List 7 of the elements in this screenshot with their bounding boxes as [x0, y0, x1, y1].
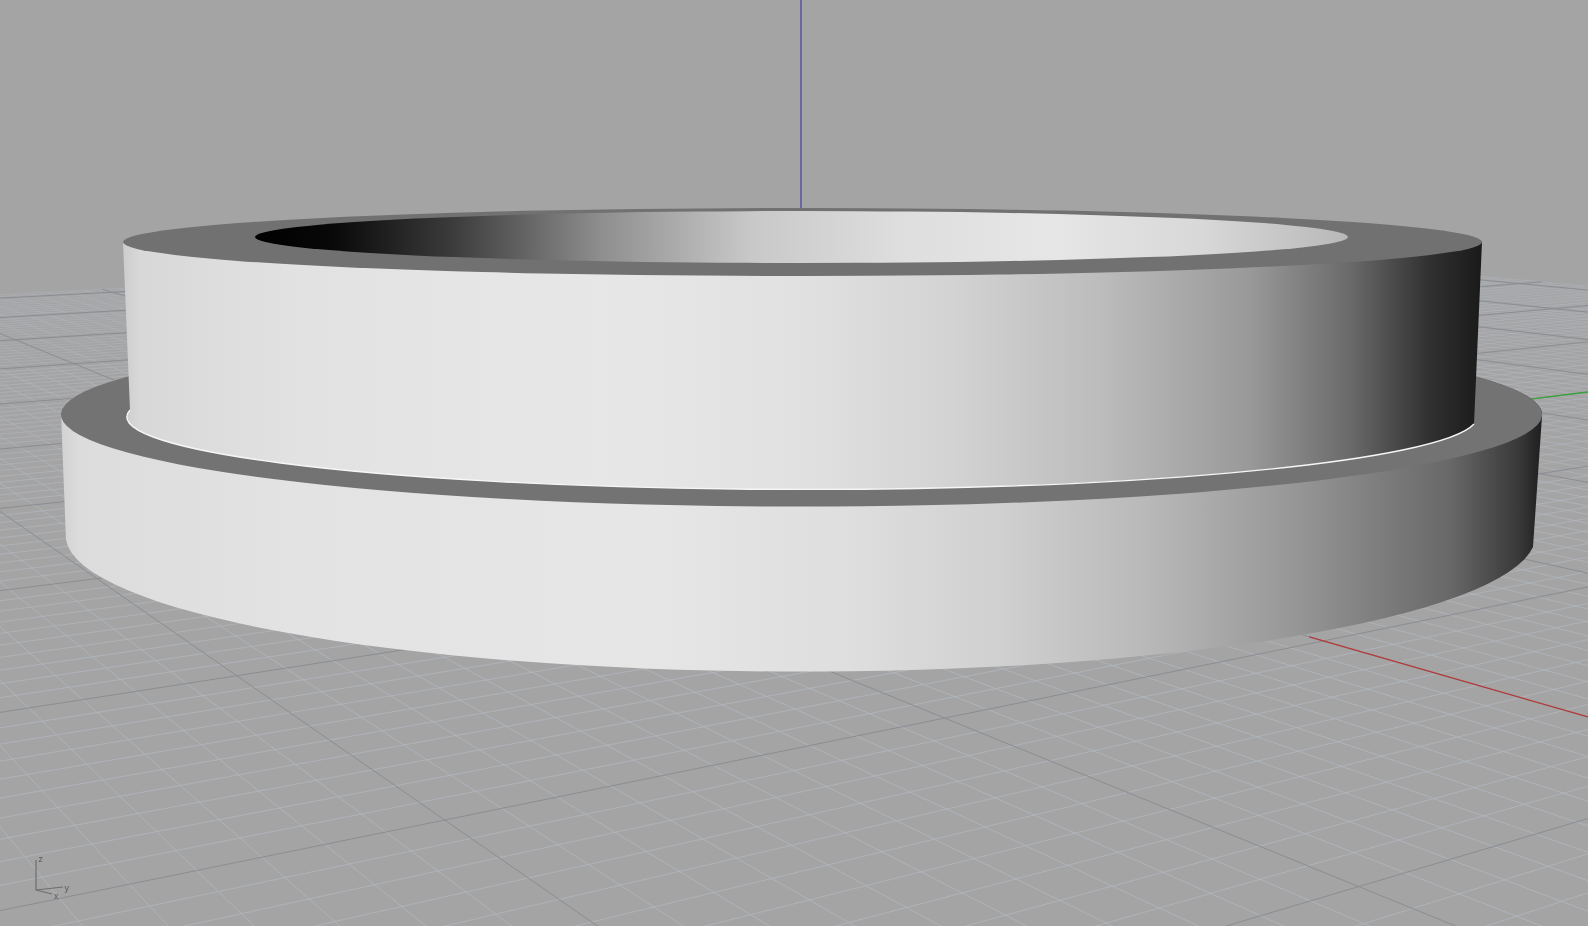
axis-label: z: [38, 854, 43, 864]
y-axis-icon: [35, 886, 64, 891]
z-axis-icon: [35, 859, 37, 891]
x-axis-icon: [35, 889, 53, 895]
y-axis-line: [1529, 391, 1588, 400]
axis-label: y: [64, 883, 69, 893]
axis-label: x: [54, 891, 59, 901]
